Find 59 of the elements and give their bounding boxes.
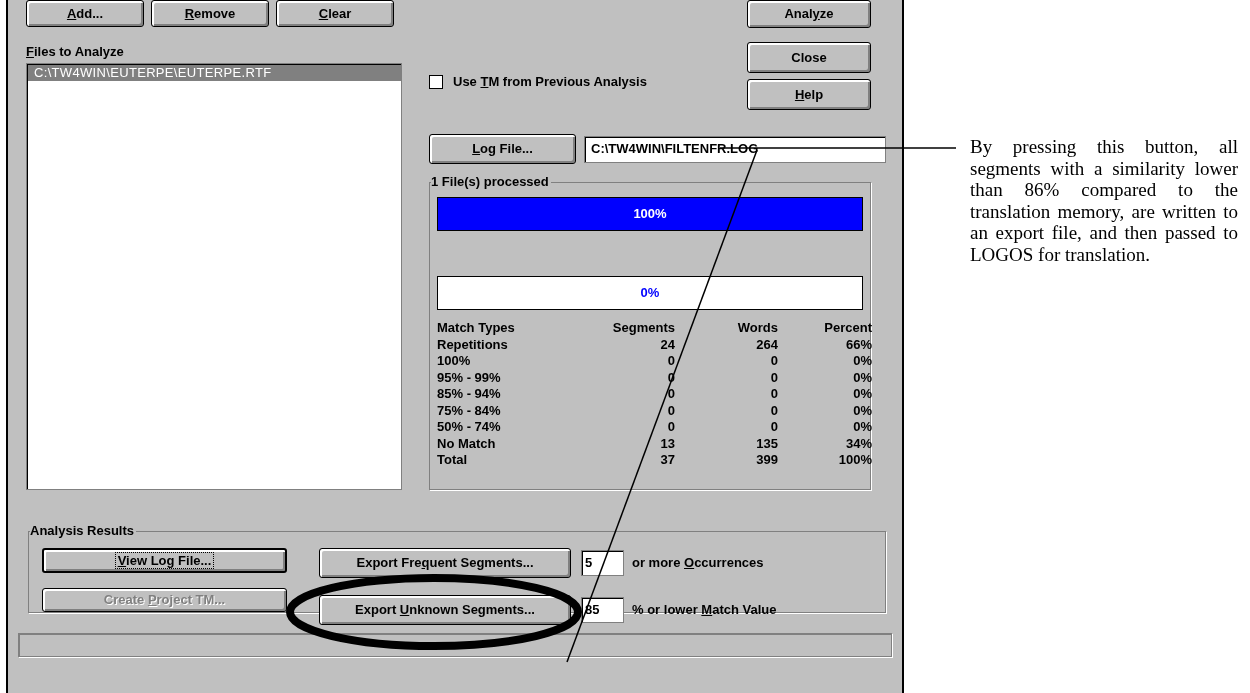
files-label: Files to Analyze (26, 44, 125, 60)
table-cell: 24 (660, 336, 675, 353)
table-cell: 0 (667, 402, 675, 419)
table-cell: 0% (853, 353, 872, 370)
table-cell: 135 (756, 435, 778, 452)
table-cell: 13 (660, 435, 675, 452)
file-button[interactable]: Add... (26, 0, 144, 27)
table-cell: 85% - 94% (437, 386, 501, 403)
column-header: Percent (824, 320, 872, 337)
close-button[interactable]: Close (747, 42, 871, 73)
table-cell: 66% (845, 336, 872, 353)
table-cell: 100% (437, 353, 471, 370)
log-file-button[interactable]: Log File... (429, 134, 576, 164)
table-cell: 0 (667, 353, 675, 370)
help-button[interactable]: Help (747, 79, 871, 110)
column-header: Match Types (437, 320, 515, 337)
table-cell: 399 (756, 452, 778, 469)
table-cell: 95% - 99% (437, 369, 501, 386)
table-cell: 0 (770, 353, 778, 370)
result-button[interactable]: View Log File... (42, 548, 287, 573)
group-title: 1 File(s) processed (431, 174, 551, 190)
table-cell: 34% (845, 435, 872, 452)
table-cell: 75% - 84% (437, 402, 501, 419)
table-cell: No Match (437, 435, 496, 452)
table-cell: 0 (667, 419, 675, 436)
table-cell: 0 (770, 369, 778, 386)
table-cell: 0% (853, 386, 872, 403)
table-cell: Repetitions (437, 336, 508, 353)
checkbox[interactable] (429, 74, 443, 89)
column-header: Words (737, 320, 778, 337)
field-suffix: % or lower Match Value (632, 601, 777, 620)
table-cell: 0% (853, 419, 872, 436)
column-header: Segments (612, 320, 675, 337)
table-cell: 100% (838, 452, 872, 469)
annotation-text: By pressing this button, all segments with a similarity lower than 86% compared to the translation memory, are written to an export file, and then passed to LOGOS for translation. (970, 136, 1238, 265)
table-cell: 0 (770, 419, 778, 436)
table-cell: 0 (667, 386, 675, 403)
group-title: Analysis Results (30, 523, 137, 539)
export-button[interactable]: Export Unknown Segments... (319, 595, 571, 625)
progress-reading: 0% (639, 284, 661, 303)
field-suffix: or more Occurrences (632, 554, 764, 573)
table-cell: 0% (853, 369, 872, 386)
checkbox-label: Use TM from Previous Analysis (453, 73, 647, 91)
number-field[interactable]: 5 (581, 550, 624, 576)
file-button[interactable]: Clear (276, 0, 394, 27)
file-item[interactable]: C:\TW4WIN\EUTERPE\EUTERPE.RTF (28, 65, 401, 81)
table-cell: 37 (660, 452, 675, 469)
export-button[interactable]: Export Frequent Segments... (319, 548, 571, 578)
log-file-field[interactable]: C:\TW4WIN\FILTENFR.LOG (584, 135, 886, 163)
table-cell: 0 (770, 402, 778, 419)
progress-reading: 100% (632, 205, 668, 224)
table-cell: 0% (853, 402, 872, 419)
table-cell: 0 (770, 386, 778, 403)
table-cell: 50% - 74% (437, 419, 501, 436)
table-cell: Total (437, 452, 468, 469)
files-listbox[interactable]: C:\TW4WIN\EUTERPE\EUTERPE.RTF (26, 63, 402, 490)
analyze-button[interactable]: Analyze (747, 0, 871, 28)
file-button[interactable]: Remove (151, 0, 269, 27)
table-cell: 264 (756, 336, 778, 353)
